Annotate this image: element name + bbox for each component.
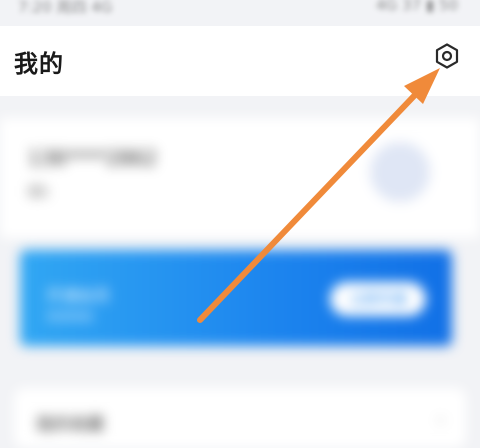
profile-card[interactable]: 136****2862 ID: [0, 118, 480, 238]
vip-title: 开通会员 [46, 286, 111, 305]
user-phone: 136****2862 [28, 146, 158, 170]
gear-icon [435, 43, 459, 69]
list-item-label: 我的收藏 [36, 415, 104, 435]
list-item[interactable]: 我的收藏 › [14, 388, 466, 448]
status-bar: 7:20 周四 4G 4G 37 ▮ 50 [0, 0, 480, 26]
vip-banner[interactable]: 开通会员 享受特权 立即开通 [20, 250, 452, 346]
status-time: 7:20 周四 4G [18, 0, 113, 16]
page-title: 我的 [14, 50, 64, 78]
chevron-right-icon: › [437, 410, 444, 429]
user-id: ID: [28, 182, 51, 201]
vip-open-button[interactable]: 立即开通 [330, 282, 426, 316]
status-indicators: 4G 37 ▮ 50 [376, 0, 458, 14]
vip-subtitle: 享受特权 [46, 310, 95, 324]
header: 我的 [0, 26, 480, 96]
avatar[interactable] [370, 142, 430, 202]
settings-button[interactable] [430, 39, 464, 73]
